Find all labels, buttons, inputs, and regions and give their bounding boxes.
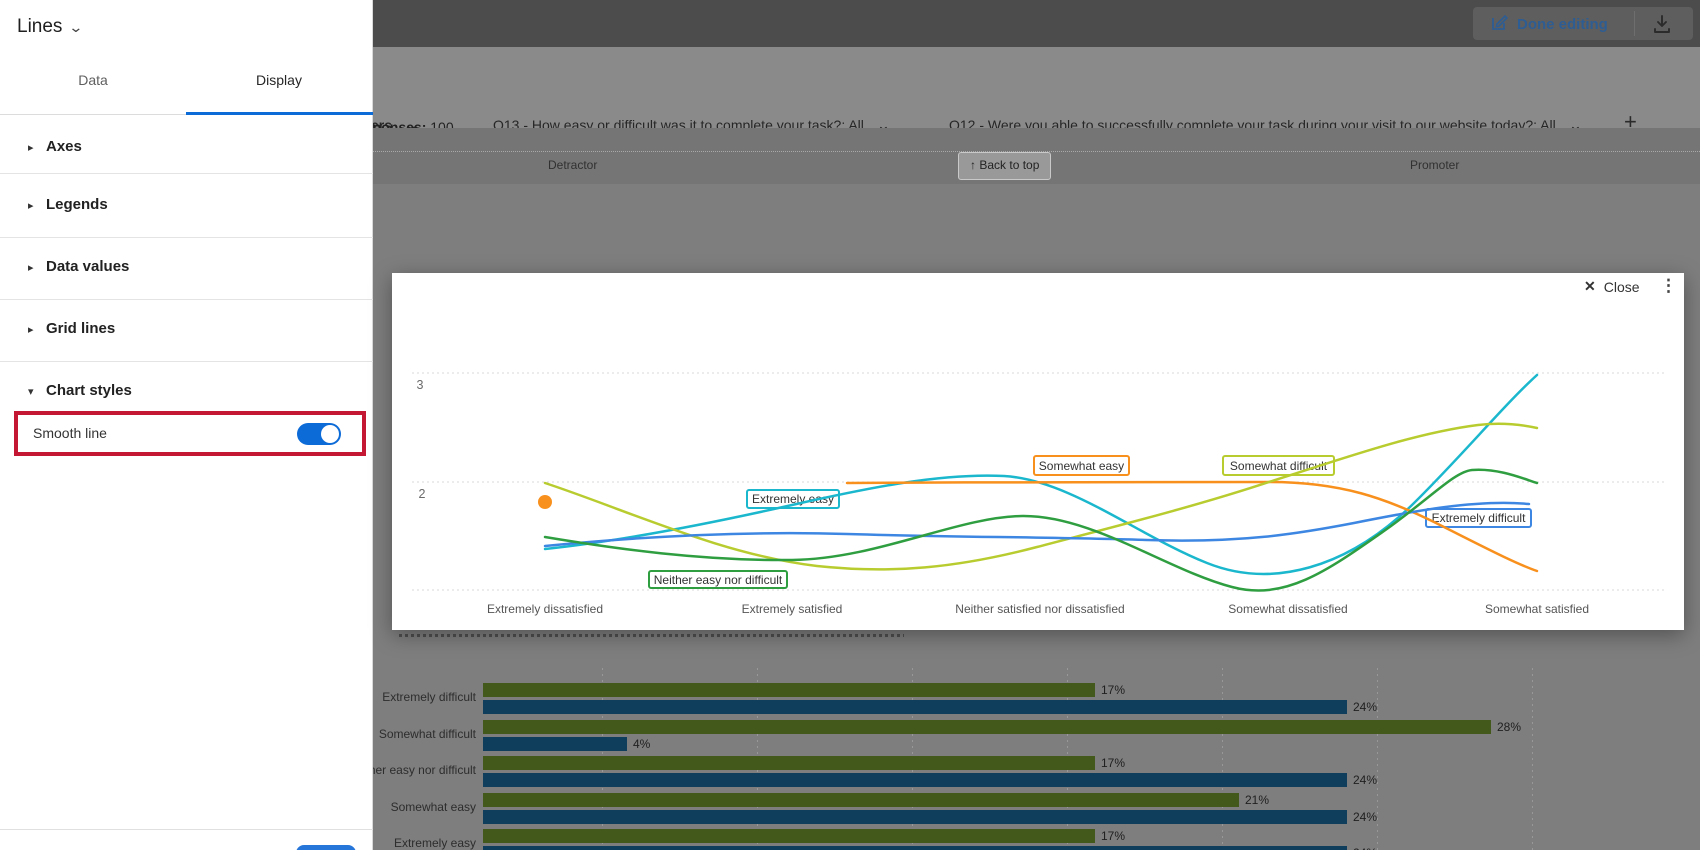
bar-value-label: 24%	[1353, 809, 1378, 824]
close-button[interactable]: ✕ Close	[1584, 278, 1640, 295]
bar-value-label: 24%	[1353, 700, 1378, 714]
chart-preview-modal: Extremely easy Somewhat easy Somewhat diff…	[392, 273, 1684, 630]
bar-blue	[483, 736, 627, 751]
bar-blue	[483, 700, 1347, 714]
x-axis-label: Extremely satisfied	[742, 602, 843, 616]
section-grid-lines[interactable]: ▸ Grid lines	[0, 318, 373, 344]
bar-green	[483, 683, 1095, 697]
series-label-box: Somewhat difficult	[1222, 455, 1335, 476]
series-label-box: Extremely difficult	[1425, 508, 1532, 528]
done-editing-button[interactable]: Done editing	[1490, 11, 1608, 37]
kebab-menu-button[interactable]: ⋮	[1660, 276, 1677, 296]
detractor-label: Detractor	[548, 158, 598, 172]
x-axis-label: Somewhat dissatisfied	[1228, 602, 1347, 616]
divider	[0, 173, 373, 174]
line-chart: Extremely easy Somewhat easy Somewhat diff…	[392, 273, 1684, 630]
caret-right-icon: ▸	[28, 262, 34, 274]
bar-value-label: 24%	[1353, 773, 1378, 787]
divider	[0, 361, 373, 362]
section-legends[interactable]: ▸ Legends	[0, 194, 373, 220]
caret-down-icon: ▾	[28, 386, 34, 398]
download-icon	[1650, 15, 1674, 40]
bar-value-label: 21%	[1245, 792, 1270, 807]
x-axis-label: Somewhat satisfied	[1485, 602, 1589, 616]
bar-value-label: 4%	[633, 736, 651, 751]
bar-value-label: 17%	[1101, 683, 1126, 697]
highlight-box	[14, 411, 366, 456]
bar-blue	[483, 809, 1347, 824]
series-label-box: Neither easy nor difficult	[648, 570, 788, 589]
tab-display[interactable]: Display	[186, 72, 372, 88]
close-icon: ✕	[1584, 278, 1596, 294]
edit-icon	[1490, 13, 1509, 36]
arrow-up-icon: ↑	[970, 158, 976, 172]
sidebar-bottom-button[interactable]	[296, 845, 356, 850]
tab-data[interactable]: Data	[0, 72, 186, 88]
chevron-down-icon: ⌄	[68, 19, 84, 35]
series-line	[543, 422, 1539, 571]
app-root: Done editing Filters⌄ Q13 - How easy or …	[0, 0, 1700, 850]
active-tab-indicator	[186, 112, 373, 115]
heading-dotted-text	[399, 634, 904, 637]
series-label-box: Somewhat easy	[1033, 455, 1130, 476]
bar-green	[483, 792, 1239, 807]
divider	[0, 829, 373, 830]
section-axes[interactable]: ▸ Axes	[0, 136, 373, 162]
series-line	[543, 501, 1531, 548]
bar-green	[483, 756, 1095, 770]
bar-blue	[483, 773, 1347, 787]
bar-gridline	[1532, 668, 1533, 850]
bar-blue	[483, 846, 1347, 850]
x-axis-label: Neither satisfied nor dissatisfied	[955, 602, 1124, 616]
download-button[interactable]	[1650, 12, 1674, 36]
done-editing-label: Done editing	[1517, 15, 1608, 33]
widget-type-dropdown[interactable]: Lines ⌄	[17, 16, 84, 38]
bar-green	[483, 829, 1095, 843]
section-chart-styles[interactable]: ▾ Chart styles	[0, 380, 373, 406]
bar-green	[483, 719, 1491, 734]
caret-right-icon: ▸	[28, 142, 34, 154]
data-point-marker	[538, 495, 552, 509]
bar-value-label: 24%	[1353, 846, 1377, 850]
bar-value-label: 17%	[1101, 756, 1126, 770]
back-to-top-button[interactable]: ↑ Back to top	[958, 152, 1052, 180]
y-axis-tick: 3	[417, 378, 424, 392]
caret-right-icon: ▸	[28, 324, 34, 336]
bar-value-label: 28%	[1497, 719, 1522, 734]
divider	[0, 299, 373, 300]
bar-gridline	[1377, 668, 1378, 850]
promoter-label: Promoter	[1410, 158, 1460, 172]
toolbar-divider	[1634, 11, 1635, 36]
series-label-box: Extremely easy	[746, 489, 840, 509]
bar-value-label: 17%	[1101, 829, 1126, 843]
x-axis-label: Extremely dissatisfied	[487, 602, 603, 616]
y-axis-tick: 2	[419, 487, 426, 501]
divider	[0, 237, 373, 238]
caret-right-icon: ▸	[28, 200, 34, 212]
section-data-values[interactable]: ▸ Data values	[0, 256, 373, 282]
